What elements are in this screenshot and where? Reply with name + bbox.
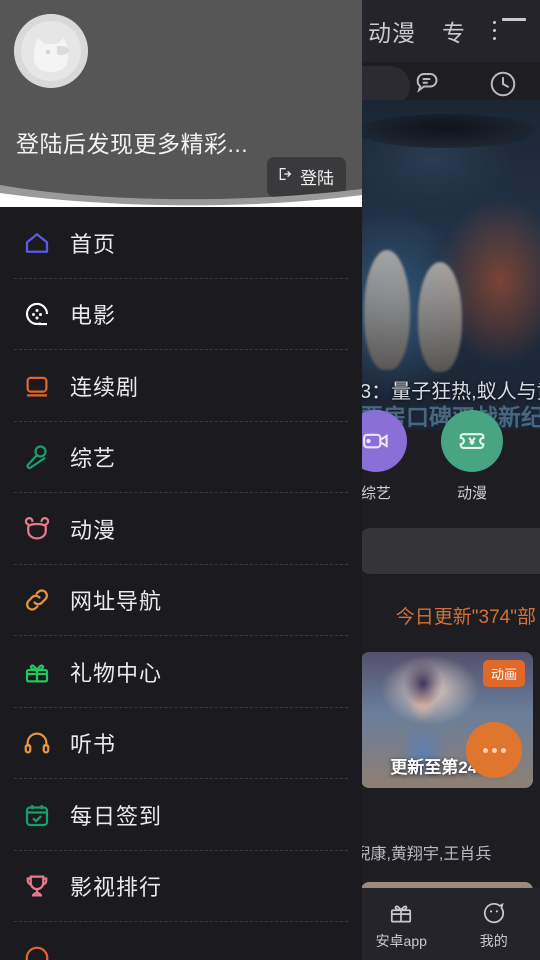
sidebar-item-label: 听书 <box>70 732 117 758</box>
sidebar-item-audiobook[interactable]: 听书 <box>0 708 362 779</box>
tv-icon <box>20 369 54 403</box>
trophy-icon <box>20 869 54 903</box>
sidebar-item-label: 网址导航 <box>70 589 163 615</box>
category-shortcut-dongman[interactable]: 动漫 <box>436 410 508 503</box>
default-avatar-cat-icon[interactable] <box>14 14 88 88</box>
sidebar-item-label: 每日签到 <box>70 803 163 829</box>
sidebar-item-daily-checkin[interactable]: 每日签到 <box>0 779 362 851</box>
hero-figure-mid <box>418 262 462 372</box>
video-type-badge: 动画 <box>482 660 525 687</box>
ticket-yuan-icon <box>441 410 503 472</box>
category-label: 动漫 <box>456 485 487 502</box>
more-dots-icon[interactable] <box>466 722 522 778</box>
sidebar-item-gift-center[interactable]: 礼物中心 <box>0 636 362 708</box>
nav-tab-1[interactable]: 动漫 <box>368 14 416 48</box>
sidebar-item-label: 动漫 <box>70 517 117 543</box>
bottom-tab-android-app[interactable]: 安卓app <box>361 898 441 951</box>
welcome-text: 登陆后发现更多精彩... <box>16 131 249 157</box>
sidebar-item-label: 电影 <box>70 303 117 329</box>
sidebar-item-label: 礼物中心 <box>70 660 163 686</box>
headphones-icon <box>20 726 54 760</box>
calendar-check-icon <box>20 798 54 832</box>
daily-update-banner[interactable]: 今日更新"374"部 <box>350 602 540 629</box>
navigation-drawer: 登陆后发现更多精彩... 登陆 首页 电影 连续剧 综艺 动漫 网址导航 礼物中… <box>0 0 362 960</box>
header-wave-divider <box>0 185 362 207</box>
sidebar-item-ranking[interactable]: 影视排行 <box>0 851 362 922</box>
bear-face-icon <box>20 512 54 546</box>
hero-figure-left <box>364 250 410 370</box>
sidebar-item-anime[interactable]: 动漫 <box>0 493 362 565</box>
sidebar-item-home[interactable]: 首页 <box>0 207 362 279</box>
sidebar-item-label: 综艺 <box>70 446 117 472</box>
sidebar-item-movie[interactable]: 电影 <box>0 279 362 350</box>
sidebar-item-label: 影视排行 <box>70 875 163 901</box>
history-clock-icon[interactable] <box>488 69 518 104</box>
circle-icon <box>20 941 54 960</box>
smiley-face-icon <box>454 898 534 928</box>
sidebar-item-label: 首页 <box>70 231 117 257</box>
gift-icon <box>361 898 441 928</box>
bottom-tab-label: 我的 <box>479 932 508 949</box>
link-icon <box>20 583 54 617</box>
sidebar-item-label: 连续剧 <box>70 374 140 400</box>
sidebar-item-variety[interactable]: 综艺 <box>0 422 362 493</box>
film-reel-icon <box>20 297 54 331</box>
hero-decoration <box>356 114 536 148</box>
microphone-icon <box>20 440 54 474</box>
sidebar-item-series[interactable]: 连续剧 <box>0 350 362 422</box>
bottom-tab-label: 安卓app <box>375 932 427 949</box>
bottom-tab-bar: 安卓app 我的 <box>355 888 540 960</box>
video-cast-list: ,倪康,黄翔宇,王肖兵 <box>350 846 492 863</box>
category-shortcut-row: 综艺 动漫 <box>340 410 540 510</box>
category-label: 综艺 <box>360 485 391 502</box>
sidebar-item-site-nav[interactable]: 网址导航 <box>0 565 362 636</box>
hero-banner[interactable]: 3：量子狂热,蚁人与黄 票房口碑双战新纪元 <box>356 100 540 430</box>
nav-tab-2[interactable]: 专 <box>442 14 466 48</box>
bottom-tab-mine[interactable]: 我的 <box>454 898 534 951</box>
drawer-header: 登陆后发现更多精彩... 登陆 <box>0 0 362 207</box>
comment-icon[interactable] <box>414 69 444 104</box>
drawer-menu-list: 首页 电影 连续剧 综艺 动漫 网址导航 礼物中心 听书 每日签到 影视排行 <box>0 207 362 960</box>
gift-icon <box>20 655 54 689</box>
hamburger-list-icon[interactable] <box>492 18 526 44</box>
home-icon <box>20 226 54 260</box>
content-card-strip[interactable] <box>360 528 540 574</box>
sidebar-item-partial[interactable] <box>0 922 362 960</box>
